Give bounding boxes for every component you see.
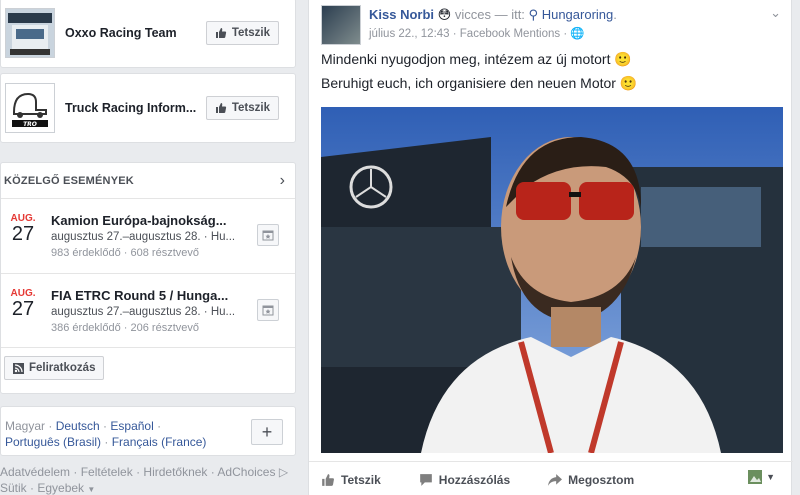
event-stats: 983 érdeklődő · 608 résztvevő (51, 247, 199, 259)
event-item[interactable]: AUG. 27 FIA ETRC Round 5 / Hunga... augu… (1, 273, 295, 347)
caret-down-icon: ▼ (87, 485, 96, 494)
like-page-button[interactable]: Tetszik (205, 21, 279, 45)
feeling-emoji-icon: 😳 (437, 7, 452, 22)
divider (1, 347, 295, 348)
footer-line-1[interactable]: Adatvédelem · Feltételek · Hirdetőknek ·… (0, 464, 296, 480)
calendar-star-button[interactable] (257, 299, 279, 321)
author-avatar[interactable] (321, 5, 361, 45)
like-page-button[interactable]: Tetszik (205, 96, 279, 120)
add-language-button[interactable]: + (251, 419, 283, 445)
rss-icon (13, 362, 24, 374)
selfie-photo-image (321, 107, 783, 453)
post-options-icon[interactable]: ⌄ (770, 5, 781, 21)
event-stats: 386 érdeklődő · 206 résztvevő (51, 322, 199, 334)
share-label: Megosztom (568, 472, 635, 487)
page-row-oxxo: Oxxo Racing Team Tetszik (0, 0, 296, 68)
adchoices-icon: ▷ (278, 465, 289, 479)
like-label: Tetszik (341, 472, 381, 487)
location-link[interactable]: Hungaroring (542, 7, 614, 22)
caret-down-icon: ▼ (766, 472, 775, 482)
page-row-truck-racing: TRO Truck Racing Inform... Tetszik (0, 73, 296, 143)
event-date: AUG. 27 (9, 288, 37, 319)
feeling-text: vicces (454, 7, 491, 22)
footer-links: Adatvédelem · Feltételek · Hirdetőknek ·… (0, 464, 296, 495)
post-timestamp[interactable]: július 22., 12:43 · Facebook Mentions · (369, 28, 567, 40)
svg-text:TRO: TRO (23, 121, 37, 128)
footer-links-text[interactable]: Adatvédelem · Feltételek · Hirdetőknek ·… (0, 465, 275, 479)
at-label: — itt: (494, 7, 525, 22)
share-arrow-icon (548, 473, 563, 486)
thumbs-up-icon (215, 28, 226, 38)
chevron-right-icon[interactable]: › (280, 172, 285, 190)
subscribe-label: Feliratkozás (29, 362, 96, 374)
event-date: AUG. 27 (9, 213, 37, 244)
language-option[interactable]: Español (110, 419, 153, 433)
event-item[interactable]: AUG. 27 Kamion Európa-bajnokság... augus… (1, 199, 295, 273)
event-day: 27 (11, 298, 35, 320)
post-actions-bar: Tetszik Hozzászólás Megosztom ▼ (309, 461, 793, 495)
subscribe-button[interactable]: Feliratkozás (4, 356, 105, 380)
globe-icon: 🌐 (570, 28, 585, 40)
page-selector[interactable]: ▼ (748, 470, 775, 484)
post-photo[interactable] (321, 107, 783, 453)
language-line-2: Português (Brasil) · Français (France) (5, 435, 207, 449)
thumbs-up-icon (322, 473, 334, 486)
location-pin-icon: ⚲ (528, 7, 539, 22)
calendar-star-button[interactable] (257, 224, 279, 246)
truck-thumbnail-icon (6, 9, 54, 57)
thumbs-up-icon (215, 103, 226, 113)
comment-label: Hozzászólás (438, 472, 511, 487)
share-button[interactable]: Megosztom (548, 473, 634, 487)
event-title[interactable]: FIA ETRC Round 5 / Hunga... (51, 288, 251, 303)
page-name[interactable]: Oxxo Racing Team (65, 26, 205, 40)
current-language: Magyar (5, 419, 46, 433)
events-header[interactable]: KÖZELGŐ ESEMÉNYEK › (1, 163, 295, 199)
calendar-star-icon (262, 305, 274, 316)
like-label: Tetszik (231, 27, 270, 39)
language-option[interactable]: Deutsch (56, 419, 100, 433)
like-post-button[interactable]: Tetszik (321, 473, 381, 487)
events-title: KÖZELGŐ ESEMÉNYEK (4, 174, 134, 187)
calendar-star-icon (262, 230, 274, 241)
comment-button[interactable]: Hozzászólás (419, 473, 510, 487)
event-dates: augusztus 27.–augusztus 28. · Hu... (51, 306, 236, 318)
language-option[interactable]: Français (France) (112, 435, 207, 449)
footer-line-2[interactable]: Sütik · Egyebek ▼ (0, 480, 296, 495)
comment-icon (419, 473, 432, 486)
language-panel: Magyar · Deutsch · Español · Português (… (0, 406, 296, 456)
feed-post: Kiss Norbi 😳 vicces — itt: ⚲ Hungaroring… (308, 0, 793, 495)
page-thumbnail[interactable] (5, 8, 55, 58)
plus-icon: + (261, 421, 273, 442)
tro-logo-icon: TRO (6, 84, 54, 132)
footer-links-text[interactable]: Sütik · Egyebek (0, 481, 84, 495)
language-option[interactable]: Português (Brasil) (5, 435, 101, 449)
post-meta: július 22., 12:43 · Facebook Mentions · … (369, 26, 585, 40)
post-text-hu: Mindenki nyugodjon meg, intézem az új mo… (321, 51, 632, 67)
event-title[interactable]: Kamion Európa-bajnokság... (51, 213, 251, 228)
like-label: Tetszik (231, 102, 270, 114)
post-author-line: Kiss Norbi 😳 vicces — itt: ⚲ Hungaroring… (369, 7, 617, 22)
author-name[interactable]: Kiss Norbi (369, 7, 434, 22)
event-day: 27 (11, 223, 35, 245)
page-avatar-icon (748, 470, 763, 484)
event-dates: augusztus 27.–augusztus 28. · Hu... (51, 231, 236, 243)
page-name[interactable]: Truck Racing Inform... (65, 101, 205, 115)
post-text-de: Beruhigt euch, ich organisiere den neuen… (321, 75, 638, 91)
language-line-1: Magyar · Deutsch · Español · (5, 419, 162, 433)
page-thumbnail[interactable]: TRO (5, 83, 55, 133)
